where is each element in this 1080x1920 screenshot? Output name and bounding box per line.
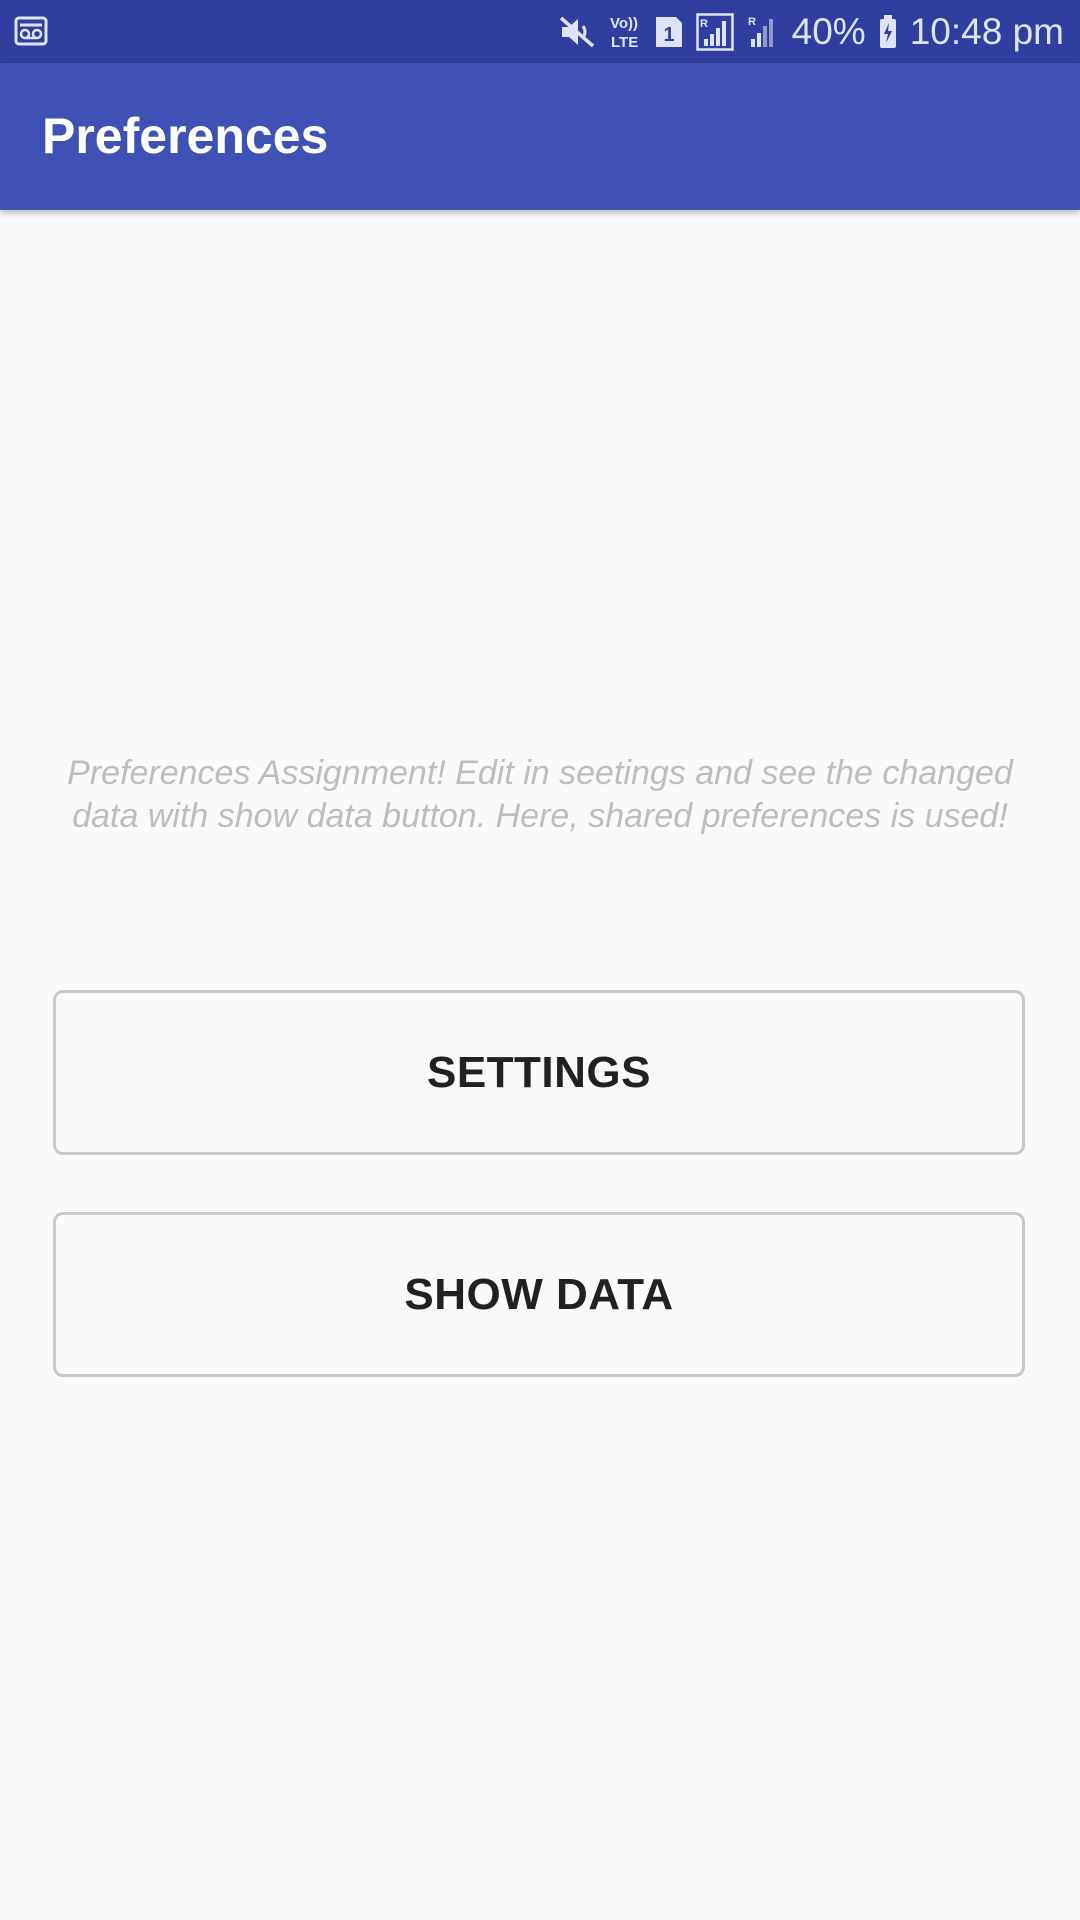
sim-1-icon: 1 [654,15,684,49]
clock: 10:48 pm [909,10,1064,52]
status-icons: Vo)) LTE 1 R R 40% 10:48 pm [558,0,1064,63]
mute-icon [558,15,596,49]
screen: Vo)) LTE 1 R R 40% 10:48 pm Preferences … [0,0,1080,1920]
description-text: Preferences Assignment! Edit in seetings… [67,754,1013,835]
settings-button-label: SETTINGS [426,1047,652,1097]
volte-label-bottom: LTE [611,34,638,51]
show-data-button[interactable]: SHOW DATA [53,1212,1025,1377]
volte-label-top: Vo)) [610,15,638,32]
signal-icon: R [748,13,778,51]
sim-number: 1 [663,24,674,46]
page-title: Preferences [42,108,329,164]
status-bar: Vo)) LTE 1 R R 40% 10:48 pm [0,0,1080,63]
settings-button[interactable]: SETTINGS [53,990,1025,1155]
svg-text:R: R [700,18,708,30]
signal-roaming-icon: R [695,12,736,51]
show-data-button-label: SHOW DATA [404,1269,674,1319]
voicemail-icon [14,14,48,48]
app-bar: Preferences [0,63,1080,210]
battery-charging-icon [878,14,898,50]
svg-text:R: R [748,16,756,28]
battery-percent: 40% [791,10,866,52]
volte-icon: Vo)) LTE [608,12,642,52]
